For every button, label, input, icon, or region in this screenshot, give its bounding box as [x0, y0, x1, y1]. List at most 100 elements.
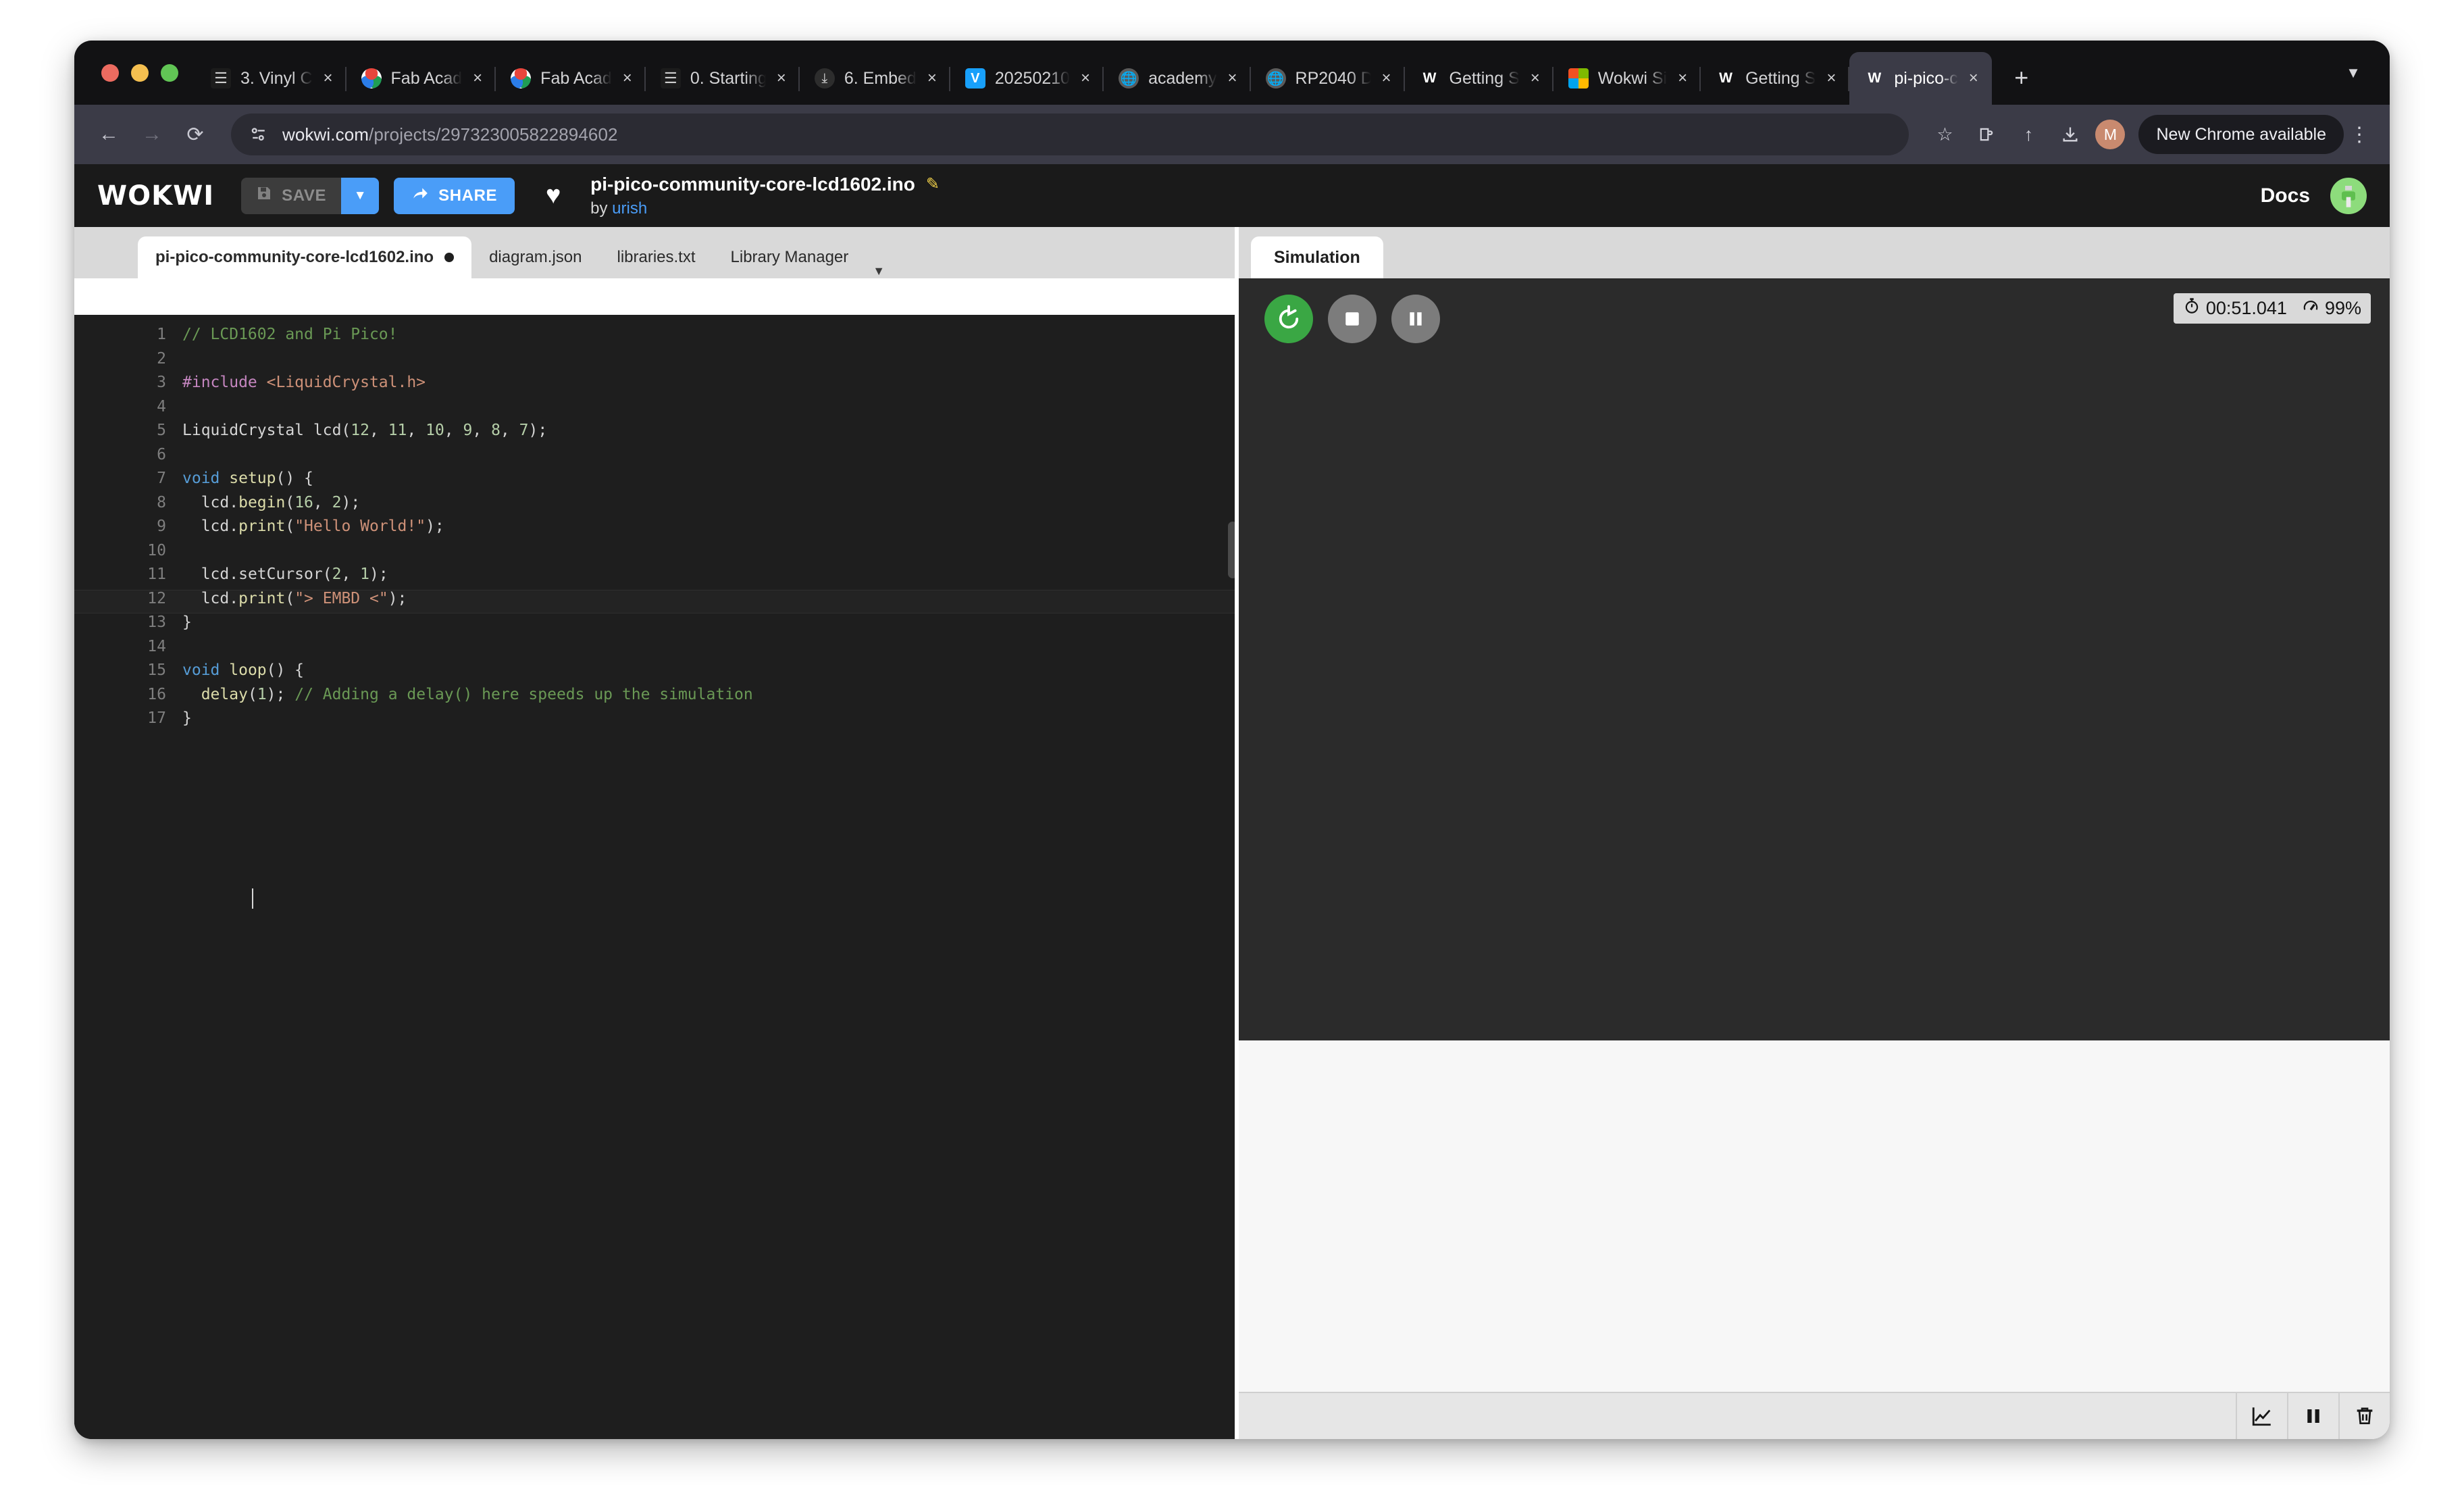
restart-simulation-button[interactable]	[1264, 295, 1313, 343]
pause-simulation-button[interactable]	[1391, 295, 1440, 343]
url-domain: wokwi.com	[282, 124, 369, 145]
bookmark-star-icon[interactable]: ☆	[1926, 116, 1963, 153]
code-text: }	[182, 709, 192, 727]
text-cursor	[252, 888, 253, 909]
project-title-row: pi-pico-community-core-lcd1602.ino ✎	[590, 174, 940, 195]
new-tab-button[interactable]: +	[2003, 59, 2040, 97]
code-token: ,	[472, 422, 492, 439]
file-tab[interactable]: diagram.json	[471, 236, 599, 278]
browser-tab[interactable]: ☰ 0. Starting ×	[646, 52, 800, 105]
code-token: );	[528, 422, 548, 439]
author-link[interactable]: urish	[612, 199, 647, 218]
browser-tab[interactable]: 🌐 academy ×	[1104, 52, 1251, 105]
clear-serial-button[interactable]	[2338, 1392, 2390, 1439]
site-settings-icon[interactable]	[247, 123, 270, 146]
browser-tab[interactable]: ☰ 3. Vinyl C ×	[196, 52, 346, 105]
simulation-timer: 00:51.041	[2183, 297, 2287, 320]
serial-plotter-button[interactable]	[2236, 1392, 2287, 1439]
close-tab-icon[interactable]: ×	[466, 67, 489, 90]
code-token: (	[285, 589, 295, 607]
extensions-icon[interactable]	[1968, 116, 2005, 153]
line-number: 7	[157, 470, 166, 487]
code-token: (	[285, 493, 295, 511]
close-tab-icon[interactable]: ×	[317, 67, 340, 90]
close-tab-icon[interactable]: ×	[1221, 67, 1244, 90]
share-arrow-icon	[411, 184, 429, 207]
favorite-heart-icon[interactable]: ♥	[535, 178, 571, 214]
code-token: void	[182, 661, 230, 679]
user-avatar[interactable]	[2330, 177, 2367, 214]
file-tab-label: pi-pico-community-core-lcd1602.ino	[155, 248, 434, 266]
browser-tab[interactable]: W Getting S ×	[1405, 52, 1554, 105]
file-tab[interactable]: libraries.txt	[599, 236, 713, 278]
browser-tab[interactable]: V 20250210 ×	[950, 52, 1104, 105]
chrome-menu-button[interactable]: ⋮	[2344, 115, 2375, 154]
code-token: );	[266, 685, 295, 703]
address-bar[interactable]: wokwi.com/projects/297323005822894602	[231, 114, 1909, 155]
browser-tabs: ☰ 3. Vinyl C × Fab Acad × Fab Acad × ☰ 0. Starti…	[196, 41, 2334, 105]
close-tab-icon[interactable]: ×	[1074, 67, 1097, 90]
browser-tab[interactable]: W Getting S ×	[1701, 52, 1850, 105]
code-line: 12 lcd.print("> EMBD <");	[74, 589, 1239, 613]
window-traffic-lights	[89, 41, 196, 105]
line-number: 14	[147, 637, 166, 655]
code-line: 15 void loop() {	[74, 661, 1239, 686]
tab-simulation[interactable]: Simulation	[1251, 236, 1383, 278]
code-text: lcd.setCursor(2, 1);	[182, 565, 388, 583]
wokwi-logo[interactable]: WOKWI	[97, 180, 214, 211]
close-tab-icon[interactable]: ×	[1524, 67, 1547, 90]
code-line: 1 // LCD1602 and Pi Pico!	[74, 326, 1239, 350]
reload-button[interactable]: ⟳	[176, 115, 215, 154]
close-tab-icon[interactable]: ×	[1962, 67, 1985, 90]
close-tab-icon[interactable]: ×	[616, 67, 639, 90]
downloads-icon[interactable]	[2052, 116, 2088, 153]
minimize-window-button[interactable]	[131, 64, 149, 82]
close-window-button[interactable]	[101, 64, 119, 82]
code-editor[interactable]: 1 // LCD1602 and Pi Pico! 2 3 #include <Liqu…	[74, 315, 1239, 1439]
close-tab-icon[interactable]: ×	[1375, 67, 1398, 90]
back-button[interactable]: ←	[89, 115, 128, 154]
save-button[interactable]: SAVE	[241, 177, 342, 214]
file-tab-label: Library Manager	[730, 248, 849, 266]
share-upload-icon[interactable]: ↑	[2010, 116, 2047, 153]
file-tab-label: libraries.txt	[617, 248, 696, 266]
docs-link[interactable]: Docs	[2261, 184, 2310, 207]
code-token: // Adding a delay() here speeds up the s…	[294, 685, 753, 703]
tab-list-chevron-icon[interactable]: ▼	[2334, 54, 2372, 92]
serial-output[interactable]	[1239, 1040, 2390, 1392]
close-tab-icon[interactable]: ×	[1671, 67, 1694, 90]
browser-tab[interactable]: Wokwi Si ×	[1554, 52, 1701, 105]
browser-tab[interactable]: Wpi-pico-c ×	[1849, 52, 1992, 105]
edit-pencil-icon[interactable]: ✎	[926, 174, 940, 194]
forward-button[interactable]: →	[132, 115, 172, 154]
chrome-update-button[interactable]: New Chrome available	[2138, 115, 2344, 154]
close-tab-icon[interactable]: ×	[770, 67, 793, 90]
stop-simulation-button[interactable]	[1328, 295, 1377, 343]
maximize-window-button[interactable]	[161, 64, 178, 82]
browser-tab[interactable]: 🌐 RP2040 D ×	[1251, 52, 1405, 105]
pause-serial-button[interactable]	[2287, 1392, 2338, 1439]
project-title: pi-pico-community-core-lcd1602.ino	[590, 173, 915, 195]
browser-tab[interactable]: Fab Acad ×	[346, 52, 496, 105]
profile-avatar[interactable]: M	[2095, 120, 2126, 149]
file-tabs-overflow-caret-icon[interactable]: ▼	[866, 264, 892, 278]
file-tab[interactable]: pi-pico-community-core-lcd1602.ino	[138, 236, 472, 278]
microsoft-icon	[1568, 68, 1589, 89]
code-token: <LiquidCrystal.h>	[266, 374, 426, 391]
code-text: void setup() {	[182, 470, 313, 487]
share-button[interactable]: SHARE	[394, 177, 515, 214]
close-tab-icon[interactable]: ×	[1820, 67, 1843, 90]
simulation-canvas[interactable]: 00:51.041 99%	[1239, 278, 2390, 1040]
close-tab-icon[interactable]: ×	[921, 67, 944, 90]
code-token: () {	[266, 661, 305, 679]
save-label: SAVE	[282, 186, 327, 205]
doc-icon: ☰	[211, 68, 231, 89]
editor-pane: pi-pico-community-core-lcd1602.ino diagra…	[74, 227, 1239, 1439]
simulation-controls	[1264, 295, 1440, 343]
code-line: 17}	[74, 709, 1239, 734]
browser-tab[interactable]: ⤓ 6. Embed ×	[800, 52, 950, 105]
file-tab[interactable]: Library Manager	[713, 236, 867, 278]
save-dropdown-button[interactable]: ▼	[341, 177, 380, 214]
wokwi-header: WOKWI SAVE ▼ SHARE ♥ pi-pico-community-c…	[74, 164, 2390, 227]
browser-tab[interactable]: Fab Acad ×	[496, 52, 646, 105]
